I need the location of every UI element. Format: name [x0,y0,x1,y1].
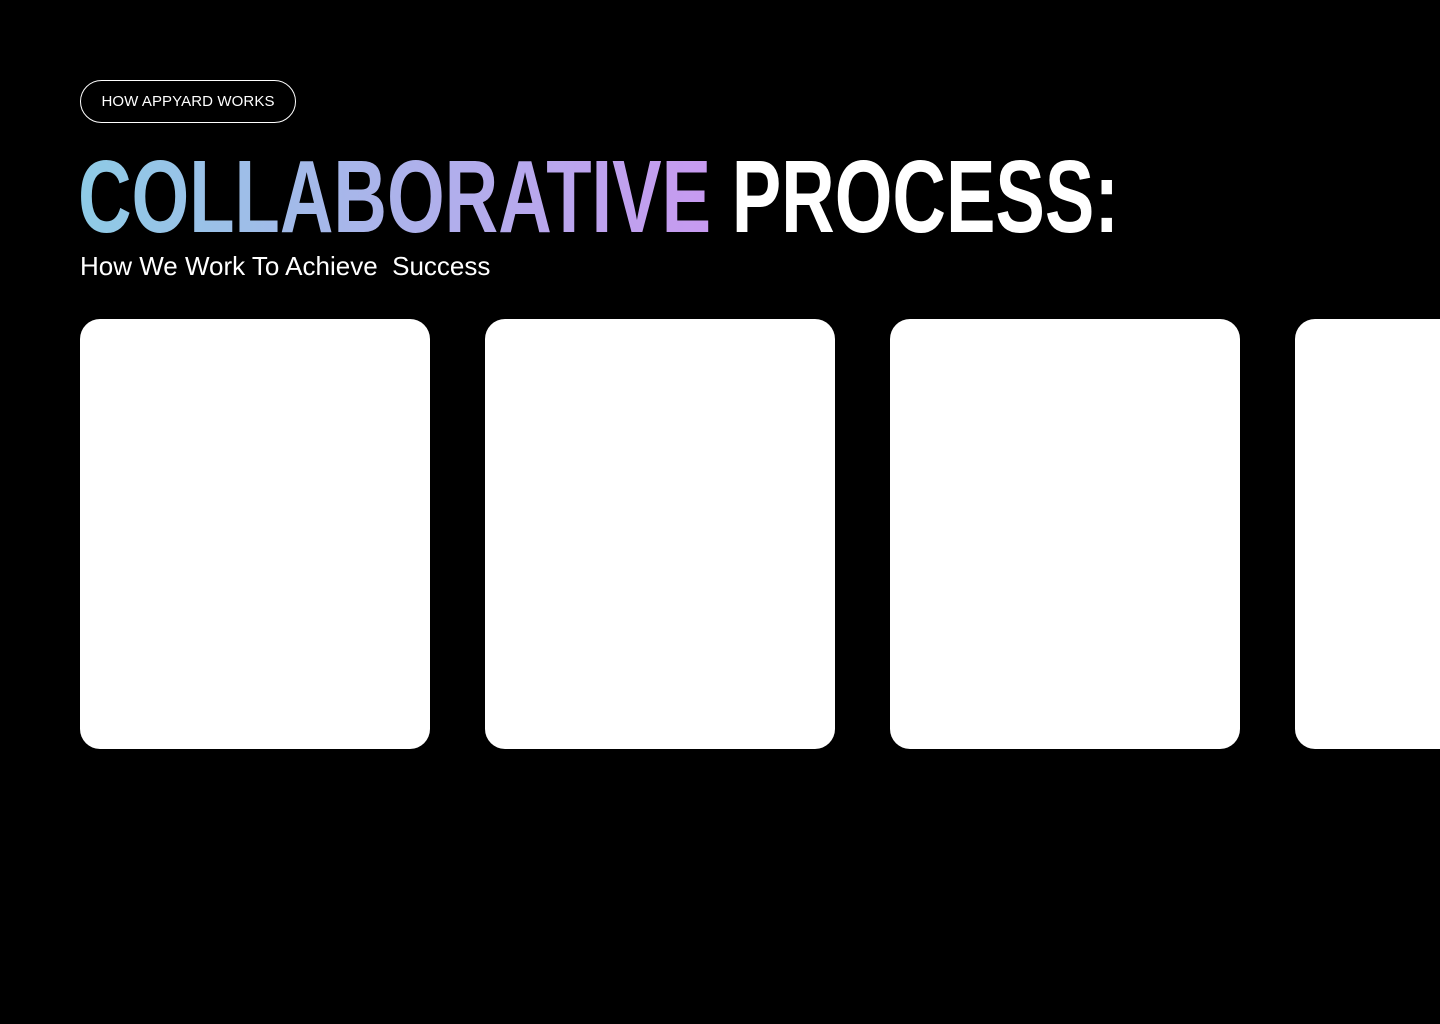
process-card[interactable] [890,319,1240,749]
page-subtitle: How We Work To Achieve Success [80,251,491,281]
section-label-pill: HOW APPYARD WORKS [80,80,296,123]
process-card[interactable] [1295,319,1440,749]
process-card[interactable] [80,319,430,749]
headline-plain-word: PROCESS: [731,139,1120,254]
process-cards-carousel [80,319,1440,749]
page-headline: COLLABORATIVE PROCESS: [78,142,1119,252]
process-card[interactable] [485,319,835,749]
headline-gradient-word: COLLABORATIVE [78,139,712,254]
section-label-text: HOW APPYARD WORKS [101,93,275,110]
